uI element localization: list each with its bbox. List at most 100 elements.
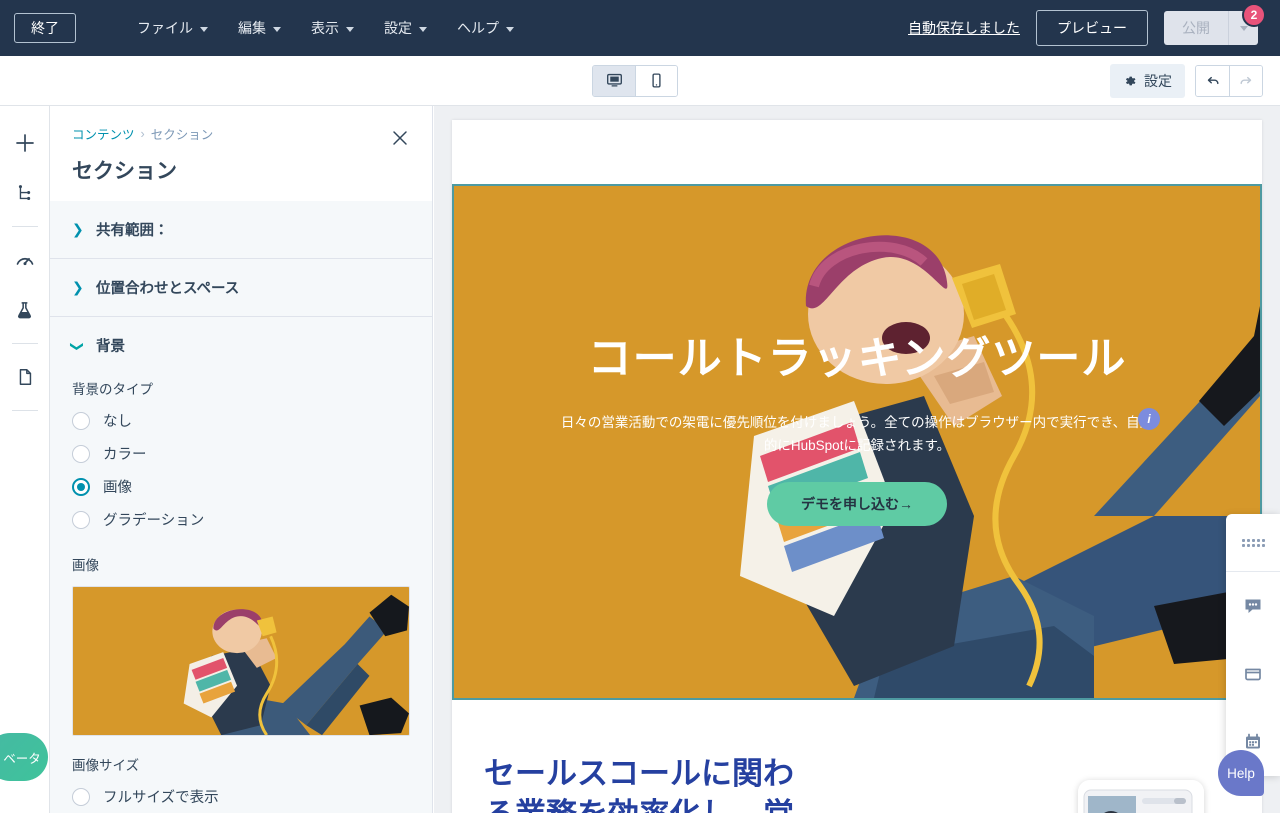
radio-label: グラデーション [103, 513, 205, 529]
radio-label: なし [103, 414, 132, 430]
ab-test-flask-icon[interactable] [0, 285, 50, 335]
publish-button-group: 公開 2 [1164, 3, 1266, 45]
mobile-view-button[interactable] [635, 65, 677, 96]
phone-screen-artwork [1078, 780, 1204, 813]
settings-label: 設定 [1144, 72, 1172, 89]
preview-button[interactable]: プレビュー [1036, 10, 1148, 46]
menu-label: 表示 [311, 20, 339, 36]
radio-icon [72, 411, 90, 430]
toolbar-right-actions: 設定 [1110, 63, 1280, 98]
flask-icon [18, 301, 31, 318]
radio-label: 画像 [103, 480, 132, 496]
hierarchy-tree-icon [18, 185, 30, 200]
accordion-label: 共有範囲： [96, 223, 169, 239]
content-tree-icon[interactable] [0, 168, 50, 218]
hero-cta-button[interactable]: デモを申し込む→ [767, 481, 947, 526]
left-icon-rail [0, 106, 50, 813]
exit-button[interactable]: 終了 [14, 12, 76, 44]
second-section[interactable]: セールスコールに関わ る業務を効率化し、営 [452, 708, 1262, 813]
breadcrumb-parent[interactable]: コンテンツ [72, 124, 135, 143]
page-document-icon[interactable] [0, 352, 50, 402]
chat-bubble-icon[interactable] [1226, 572, 1280, 640]
main-menu-bar: ファイル 編集 表示 設定 ヘルプ [122, 10, 529, 46]
undo-arrow-icon [1207, 76, 1219, 84]
device-preview-toggle [592, 64, 678, 97]
dots-grid [1241, 538, 1265, 547]
chevron-down-icon [346, 26, 354, 32]
hero-title[interactable]: コールトラッキングツール [588, 334, 1127, 385]
optimize-gauge-icon[interactable] [0, 235, 50, 285]
menu-item-file[interactable]: ファイル [122, 10, 223, 46]
undo-button[interactable] [1196, 65, 1229, 96]
drag-handle-dots-icon[interactable] [1226, 514, 1280, 572]
plus-icon [15, 134, 34, 152]
floating-widget-bar [1226, 514, 1280, 776]
radio-background-image[interactable]: 画像 [50, 470, 432, 503]
menu-label: ヘルプ [457, 20, 499, 36]
accordion-sharing-scope[interactable]: ❯ 共有範囲： [50, 200, 432, 259]
undo-redo-group [1195, 64, 1263, 97]
document-page-icon [19, 369, 31, 385]
chevron-down-icon [1239, 25, 1248, 31]
chat-icon [1245, 599, 1261, 613]
radio-background-color[interactable]: カラー [50, 437, 432, 470]
radio-label: フルサイズで表示 [103, 790, 219, 806]
redo-button[interactable] [1229, 65, 1262, 96]
autosave-status[interactable]: 自動保存しました [908, 18, 1020, 38]
publish-button[interactable]: 公開 [1164, 11, 1228, 45]
add-module-icon[interactable] [0, 118, 50, 168]
accordion-label: 背景 [96, 339, 125, 355]
rail-divider [11, 226, 38, 227]
help-button[interactable]: Help [1218, 750, 1264, 796]
radio-background-gradient[interactable]: グラデーション [50, 503, 432, 536]
thumbnail-artwork [73, 587, 409, 735]
card-form-icon[interactable] [1226, 640, 1280, 708]
background-image-thumbnail[interactable] [72, 586, 410, 736]
menu-label: ファイル [137, 20, 193, 36]
phone-mockup-image [1078, 780, 1204, 813]
mobile-phone-icon [652, 73, 661, 88]
hero-content: コールトラッキングツール 日々の営業活動での架電に優先順位を付けましょう。全ての… [454, 186, 1260, 698]
menu-item-help[interactable]: ヘルプ [442, 10, 529, 46]
chevron-down-icon: ❯ [70, 340, 85, 352]
radio-icon-selected [72, 477, 90, 496]
info-badge-icon[interactable]: i [1138, 408, 1160, 430]
radio-icon [72, 787, 90, 806]
radio-background-none[interactable]: なし [50, 404, 432, 437]
chevron-down-icon [273, 26, 281, 32]
background-type-label: 背景のタイプ [72, 382, 153, 397]
page-preview-canvas: コールトラッキングツール 日々の営業活動での架電に優先順位を付けましょう。全ての… [434, 106, 1280, 813]
breadcrumb-separator: › [140, 126, 145, 141]
rendered-page: コールトラッキングツール 日々の営業活動での架電に優先順位を付けましょう。全ての… [452, 120, 1262, 813]
redo-arrow-icon [1240, 76, 1252, 84]
breadcrumb-current: セクション [150, 128, 214, 142]
settings-button[interactable]: 設定 [1110, 63, 1185, 98]
close-icon[interactable] [390, 128, 410, 148]
top-nav-actions: 自動保存しました プレビュー 公開 2 [908, 3, 1266, 46]
menu-label: 設定 [384, 20, 412, 36]
panel-header: コンテンツ › セクション セクション [50, 106, 432, 201]
chevron-down-icon [506, 26, 514, 32]
accordion-alignment-spacing[interactable]: ❯ 位置合わせとスペース [50, 258, 432, 317]
chevron-down-icon [419, 26, 427, 32]
menu-label: 編集 [238, 20, 266, 36]
accordion-background[interactable]: ❯ 背景 [50, 316, 432, 366]
page-title: セクション [72, 160, 177, 183]
menu-item-edit[interactable]: 編集 [223, 10, 296, 46]
close-x-icon [393, 131, 407, 145]
form-card-icon [1245, 668, 1261, 681]
menu-item-settings[interactable]: 設定 [369, 10, 442, 46]
notification-badge[interactable]: 2 [1242, 3, 1266, 27]
hero-subtitle[interactable]: 日々の営業活動での架電に優先順位を付けましょう。全ての操作はブラウザー内で実行で… [557, 411, 1157, 458]
beta-badge[interactable]: ベータ [0, 733, 48, 781]
section-heading-line2: る業務を効率化し、営 [484, 797, 794, 813]
chevron-right-icon: ❯ [72, 279, 84, 295]
desktop-monitor-icon [606, 73, 622, 87]
radio-label: カラー [103, 447, 147, 463]
hero-section-selected[interactable]: コールトラッキングツール 日々の営業活動での架電に優先順位を付けましょう。全ての… [452, 184, 1262, 700]
menu-item-view[interactable]: 表示 [296, 10, 369, 46]
desktop-view-button[interactable] [593, 65, 635, 96]
section-heading-line1: セールスコールに関わ [484, 756, 794, 791]
radio-image-size-full[interactable]: フルサイズで表示 [50, 780, 432, 813]
editor-toolbar: 設定 [0, 56, 1280, 106]
